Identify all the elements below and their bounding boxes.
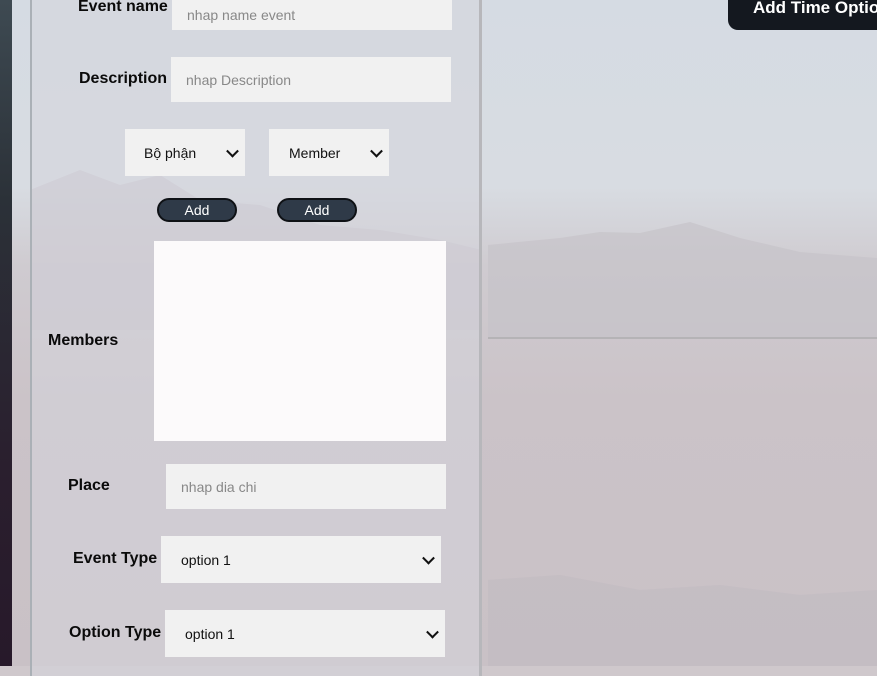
- member-select[interactable]: Member: [269, 129, 389, 176]
- description-input[interactable]: nhap Description: [171, 57, 451, 102]
- department-select-value: Bộ phận: [144, 144, 197, 161]
- right-panel-divider: [488, 337, 877, 339]
- members-label: Members: [48, 332, 119, 349]
- members-list-box[interactable]: [154, 241, 446, 441]
- event-name-input[interactable]: nhap name event: [172, 0, 452, 30]
- event-name-label: Event name: [78, 0, 168, 15]
- option-type-value: option 1: [185, 625, 235, 642]
- place-label: Place: [68, 477, 110, 494]
- event-type-select[interactable]: option 1: [161, 536, 441, 583]
- option-type-label: Option Type: [69, 624, 162, 641]
- description-label: Description: [79, 70, 168, 87]
- place-input[interactable]: nhap dia chi: [166, 464, 446, 509]
- department-select[interactable]: Bộ phận: [125, 129, 245, 176]
- option-type-select[interactable]: option 1: [165, 610, 445, 657]
- add-department-button[interactable]: Add: [157, 198, 237, 222]
- chevron-down-icon: [422, 551, 435, 565]
- member-select-value: Member: [289, 144, 341, 161]
- event-type-label: Event Type: [73, 550, 158, 567]
- event-name-placeholder: nhap name event: [187, 7, 296, 23]
- place-placeholder: nhap dia chi: [181, 478, 257, 495]
- chevron-down-icon: [426, 625, 439, 639]
- event-type-value: option 1: [181, 551, 231, 568]
- left-edge-strip: [0, 0, 12, 666]
- chevron-down-icon: [226, 144, 239, 158]
- chevron-down-icon: [370, 144, 383, 158]
- description-placeholder: nhap Description: [186, 71, 292, 88]
- add-member-button[interactable]: Add: [277, 198, 357, 222]
- add-time-option-button[interactable]: Add Time Optio: [728, 0, 877, 30]
